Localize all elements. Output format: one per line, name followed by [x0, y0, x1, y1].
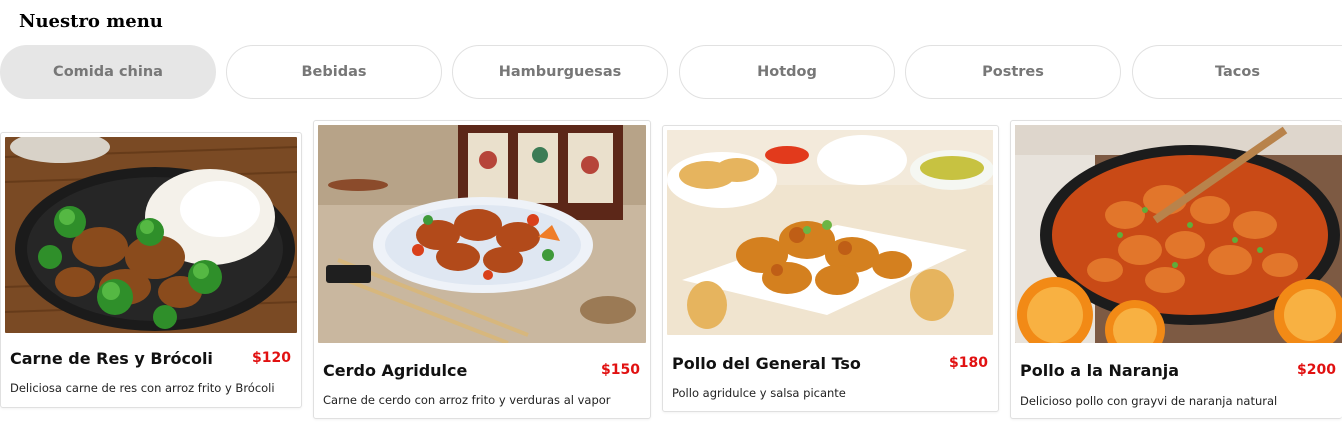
- product-price: $200: [1297, 362, 1336, 378]
- product-card[interactable]: Pollo del General Tso $180 Pollo agridul…: [662, 125, 999, 412]
- product-name: Cerdo Agridulce: [323, 361, 468, 380]
- product-card[interactable]: Carne de Res y Brócoli $120 Deliciosa ca…: [0, 132, 302, 408]
- product-card[interactable]: Pollo a la Naranja $200 Delicioso pollo …: [1010, 120, 1342, 419]
- product-image: [318, 125, 646, 343]
- product-card[interactable]: Cerdo Agridulce $150 Carne de cerdo con …: [313, 120, 651, 419]
- tab-postres[interactable]: Postres: [905, 45, 1121, 99]
- page-title: Nuestro menu: [19, 11, 163, 32]
- product-description: Pollo agridulce y salsa picante: [672, 386, 846, 400]
- tab-hotdog[interactable]: Hotdog: [679, 45, 895, 99]
- tab-comida-china[interactable]: Comida china: [0, 45, 216, 99]
- tab-bebidas[interactable]: Bebidas: [226, 45, 442, 99]
- product-name: Carne de Res y Brócoli: [10, 349, 213, 368]
- product-name: Pollo del General Tso: [672, 354, 861, 373]
- product-price: $150: [601, 362, 640, 378]
- product-description: Carne de cerdo con arroz frito y verdura…: [323, 393, 611, 407]
- tab-tacos[interactable]: Tacos: [1132, 45, 1342, 99]
- product-image: [5, 137, 297, 333]
- product-price: $120: [252, 350, 291, 366]
- product-description: Delicioso pollo con grayvi de naranja na…: [1020, 394, 1278, 408]
- product-image: [1015, 125, 1342, 343]
- category-tabs: Comida china Bebidas Hamburguesas Hotdog…: [0, 45, 1342, 99]
- product-image: [667, 130, 993, 335]
- tab-hamburguesas[interactable]: Hamburguesas: [452, 45, 668, 99]
- product-name: Pollo a la Naranja: [1020, 361, 1180, 380]
- product-description: Deliciosa carne de res con arroz frito y…: [10, 381, 275, 395]
- product-price: $180: [949, 355, 988, 371]
